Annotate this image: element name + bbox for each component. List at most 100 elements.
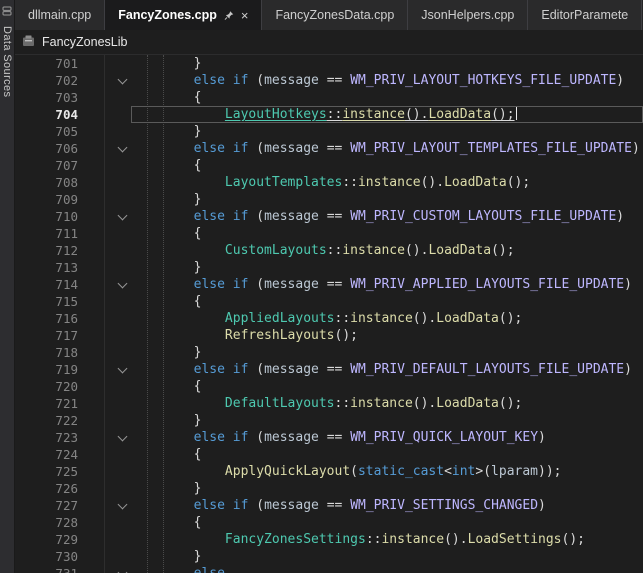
code-token: (); (491, 243, 514, 258)
fold-margin (116, 344, 131, 361)
tab-fancyzones-cpp[interactable]: FancyZones.cpp× (105, 0, 262, 30)
code-line[interactable]: 710 else if (message == WM_PRIV_CUSTOM_L… (15, 208, 643, 225)
code-line[interactable]: 706 else if (message == WM_PRIV_LAYOUT_T… (15, 140, 643, 157)
code-line[interactable]: 730 } (15, 548, 643, 565)
tab-dllmain-cpp[interactable]: dllmain.cpp (15, 0, 105, 30)
code-line[interactable]: 723 else if (message == WM_PRIV_QUICK_LA… (15, 429, 643, 446)
line-number[interactable]: 707 (15, 157, 78, 174)
code-line[interactable]: 711 { (15, 225, 643, 242)
line-number[interactable]: 706 (15, 140, 78, 157)
line-number[interactable]: 719 (15, 361, 78, 378)
line-number[interactable]: 714 (15, 276, 78, 293)
code-token (131, 430, 194, 445)
line-number[interactable]: 726 (15, 480, 78, 497)
line-number[interactable]: 724 (15, 446, 78, 463)
code-line[interactable]: 717 RefreshLayouts(); (15, 327, 643, 344)
code-editor[interactable]: 701 }702 else if (message == WM_PRIV_LAY… (15, 55, 643, 573)
line-number[interactable]: 715 (15, 293, 78, 310)
side-toolwindow-tab-data-sources[interactable]: Data Sources (0, 0, 15, 573)
line-number[interactable]: 708 (15, 174, 78, 191)
tab-editorparamete[interactable]: EditorParamete (528, 0, 642, 30)
line-number[interactable]: 712 (15, 242, 78, 259)
code-line[interactable]: 708 LayoutTemplates::instance().LoadData… (15, 174, 643, 191)
code-token (131, 107, 225, 122)
code-token (131, 277, 194, 292)
fold-margin (116, 463, 131, 480)
code-line[interactable]: 729 FancyZonesSettings::instance().LoadS… (15, 531, 643, 548)
line-number[interactable]: 731 (15, 565, 78, 573)
code-line[interactable]: 721 DefaultLayouts::instance().LoadData(… (15, 395, 643, 412)
project-dropdown[interactable]: FancyZonesLib (42, 35, 127, 49)
tab-fancyzonesdata-cpp[interactable]: FancyZonesData.cpp (262, 0, 408, 30)
chevron-down-icon[interactable] (116, 565, 131, 573)
line-number[interactable]: 702 (15, 72, 78, 89)
code-token: static_cast (358, 464, 444, 479)
close-icon[interactable]: × (241, 9, 249, 22)
chevron-down-icon[interactable] (116, 72, 131, 89)
line-number[interactable]: 722 (15, 412, 78, 429)
line-number[interactable]: 705 (15, 123, 78, 140)
line-number[interactable]: 718 (15, 344, 78, 361)
line-number[interactable]: 720 (15, 378, 78, 395)
code-line[interactable]: 722 } (15, 412, 643, 429)
chevron-down-icon[interactable] (116, 140, 131, 157)
code-line[interactable]: 731 else (15, 565, 643, 573)
line-number[interactable]: 704 (15, 106, 78, 123)
line-number[interactable]: 723 (15, 429, 78, 446)
code-token (131, 566, 194, 573)
code-line[interactable]: 725 ApplyQuickLayout(static_cast<int>(lp… (15, 463, 643, 480)
code-token: ( (248, 362, 264, 377)
line-number[interactable]: 703 (15, 89, 78, 106)
code-line[interactable]: 726 } (15, 480, 643, 497)
code-line[interactable]: 718 } (15, 344, 643, 361)
code-line[interactable]: 712 CustomLayouts::instance().LoadData()… (15, 242, 643, 259)
chevron-down-icon[interactable] (116, 429, 131, 446)
chevron-down-icon[interactable] (116, 208, 131, 225)
code-line[interactable]: 727 else if (message == WM_PRIV_SETTINGS… (15, 497, 643, 514)
code-token: } (131, 413, 201, 428)
code-line[interactable]: 703 { (15, 89, 643, 106)
tab-jsonhelpers-cpp[interactable]: JsonHelpers.cpp (408, 0, 528, 30)
code-token: else (194, 566, 225, 573)
line-number[interactable]: 711 (15, 225, 78, 242)
code-line[interactable]: 716 AppliedLayouts::instance().LoadData(… (15, 310, 643, 327)
code-line[interactable]: 713 } (15, 259, 643, 276)
code-line[interactable]: 719 else if (message == WM_PRIV_DEFAULT_… (15, 361, 643, 378)
line-number[interactable]: 713 (15, 259, 78, 276)
code-line[interactable]: 724 { (15, 446, 643, 463)
line-number[interactable]: 728 (15, 514, 78, 531)
code-line[interactable]: 705 } (15, 123, 643, 140)
chevron-down-icon[interactable] (116, 497, 131, 514)
code-line[interactable]: 709 } (15, 191, 643, 208)
line-number[interactable]: 709 (15, 191, 78, 208)
code-token: :: (366, 532, 382, 547)
code-text: } (131, 123, 643, 140)
glyph-margin (78, 310, 116, 327)
code-line[interactable]: 714 else if (message == WM_PRIV_APPLIED_… (15, 276, 643, 293)
line-number[interactable]: 727 (15, 497, 78, 514)
code-token: ( (248, 73, 264, 88)
code-token: } (131, 481, 201, 496)
line-number[interactable]: 717 (15, 327, 78, 344)
code-line-current[interactable]: 704 LayoutHotkeys::instance().LoadData()… (15, 106, 643, 123)
line-number[interactable]: 730 (15, 548, 78, 565)
code-line[interactable]: 715 { (15, 293, 643, 310)
pin-icon[interactable] (224, 10, 234, 21)
code-line[interactable]: 728 { (15, 514, 643, 531)
line-number[interactable]: 710 (15, 208, 78, 225)
code-token: { (131, 226, 201, 241)
line-number[interactable]: 725 (15, 463, 78, 480)
line-number[interactable]: 729 (15, 531, 78, 548)
code-token (225, 141, 233, 156)
code-token: LoadData (428, 243, 491, 258)
code-line[interactable]: 701 } (15, 55, 643, 72)
line-number[interactable]: 721 (15, 395, 78, 412)
code-text: DefaultLayouts::instance().LoadData(); (131, 395, 643, 412)
code-line[interactable]: 707 { (15, 157, 643, 174)
chevron-down-icon[interactable] (116, 276, 131, 293)
code-line[interactable]: 702 else if (message == WM_PRIV_LAYOUT_H… (15, 72, 643, 89)
line-number[interactable]: 701 (15, 55, 78, 72)
chevron-down-icon[interactable] (116, 361, 131, 378)
line-number[interactable]: 716 (15, 310, 78, 327)
code-line[interactable]: 720 { (15, 378, 643, 395)
